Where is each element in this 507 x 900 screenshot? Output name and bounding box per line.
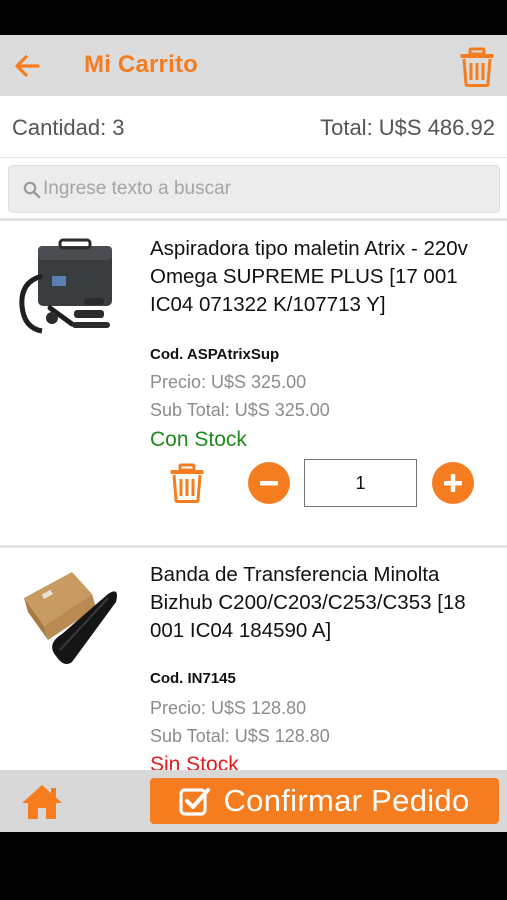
remove-item-button[interactable]: [166, 461, 208, 505]
back-button[interactable]: [8, 49, 48, 83]
stock-status: Sin Stock: [150, 753, 239, 770]
cart-quantity: Cantidad: 3: [12, 115, 125, 140]
cart-total: Total: U$S 486.92: [320, 115, 495, 140]
home-button[interactable]: [18, 781, 66, 823]
bottom-bar: Confirmar Pedido: [0, 770, 507, 832]
product-image: [12, 236, 122, 346]
trash-icon: [460, 47, 494, 87]
search-input[interactable]: [43, 166, 483, 212]
cart-item: Banda de Transferencia Minolta Bizhub C2…: [0, 550, 507, 770]
decrease-quantity-button[interactable]: [248, 462, 290, 504]
page-title: Mi Carrito: [84, 51, 199, 78]
product-code: Cod. ASPAtrixSup: [150, 346, 280, 363]
app-header: Mi Carrito: [0, 35, 507, 96]
plus-icon: [444, 474, 462, 492]
app-screen: Mi Carrito Cantidad: 3 Total: U$S 486.92: [0, 35, 507, 832]
product-code: Cod. IN7145: [150, 670, 236, 687]
product-price: Precio: U$S 128.80: [150, 698, 307, 718]
increase-quantity-button[interactable]: [432, 462, 474, 504]
search-icon: [23, 181, 41, 199]
system-nav-area: [0, 832, 507, 900]
status-bar: [0, 0, 507, 35]
home-icon: [22, 785, 62, 819]
cart-item-list: Aspiradora tipo maletin Atrix - 220v Ome…: [0, 224, 507, 770]
empty-cart-button[interactable]: [455, 45, 499, 89]
trash-icon: [170, 463, 204, 503]
quantity-input[interactable]: [304, 459, 417, 507]
cart-item: Aspiradora tipo maletin Atrix - 220v Ome…: [0, 224, 507, 548]
confirm-order-label: Confirmar Pedido: [223, 783, 470, 818]
minus-icon: [260, 481, 278, 486]
checkbox-icon: [179, 788, 211, 816]
product-subtotal: Sub Total: U$S 128.80: [150, 726, 330, 746]
product-name: Banda de Transferencia Minolta Bizhub C2…: [150, 563, 466, 642]
product-name: Aspiradora tipo maletin Atrix - 220v Ome…: [150, 237, 468, 316]
cart-summary: Cantidad: 3 Total: U$S 486.92: [0, 96, 507, 158]
search-bar: [0, 158, 507, 221]
stock-status: Con Stock: [150, 428, 247, 451]
product-subtotal: Sub Total: U$S 325.00: [150, 400, 330, 420]
product-price: Precio: U$S 325.00: [150, 372, 307, 392]
product-image: [12, 564, 122, 674]
confirm-order-button[interactable]: Confirmar Pedido: [150, 778, 499, 824]
arrow-left-icon: [15, 55, 43, 77]
search-box[interactable]: [8, 165, 500, 213]
